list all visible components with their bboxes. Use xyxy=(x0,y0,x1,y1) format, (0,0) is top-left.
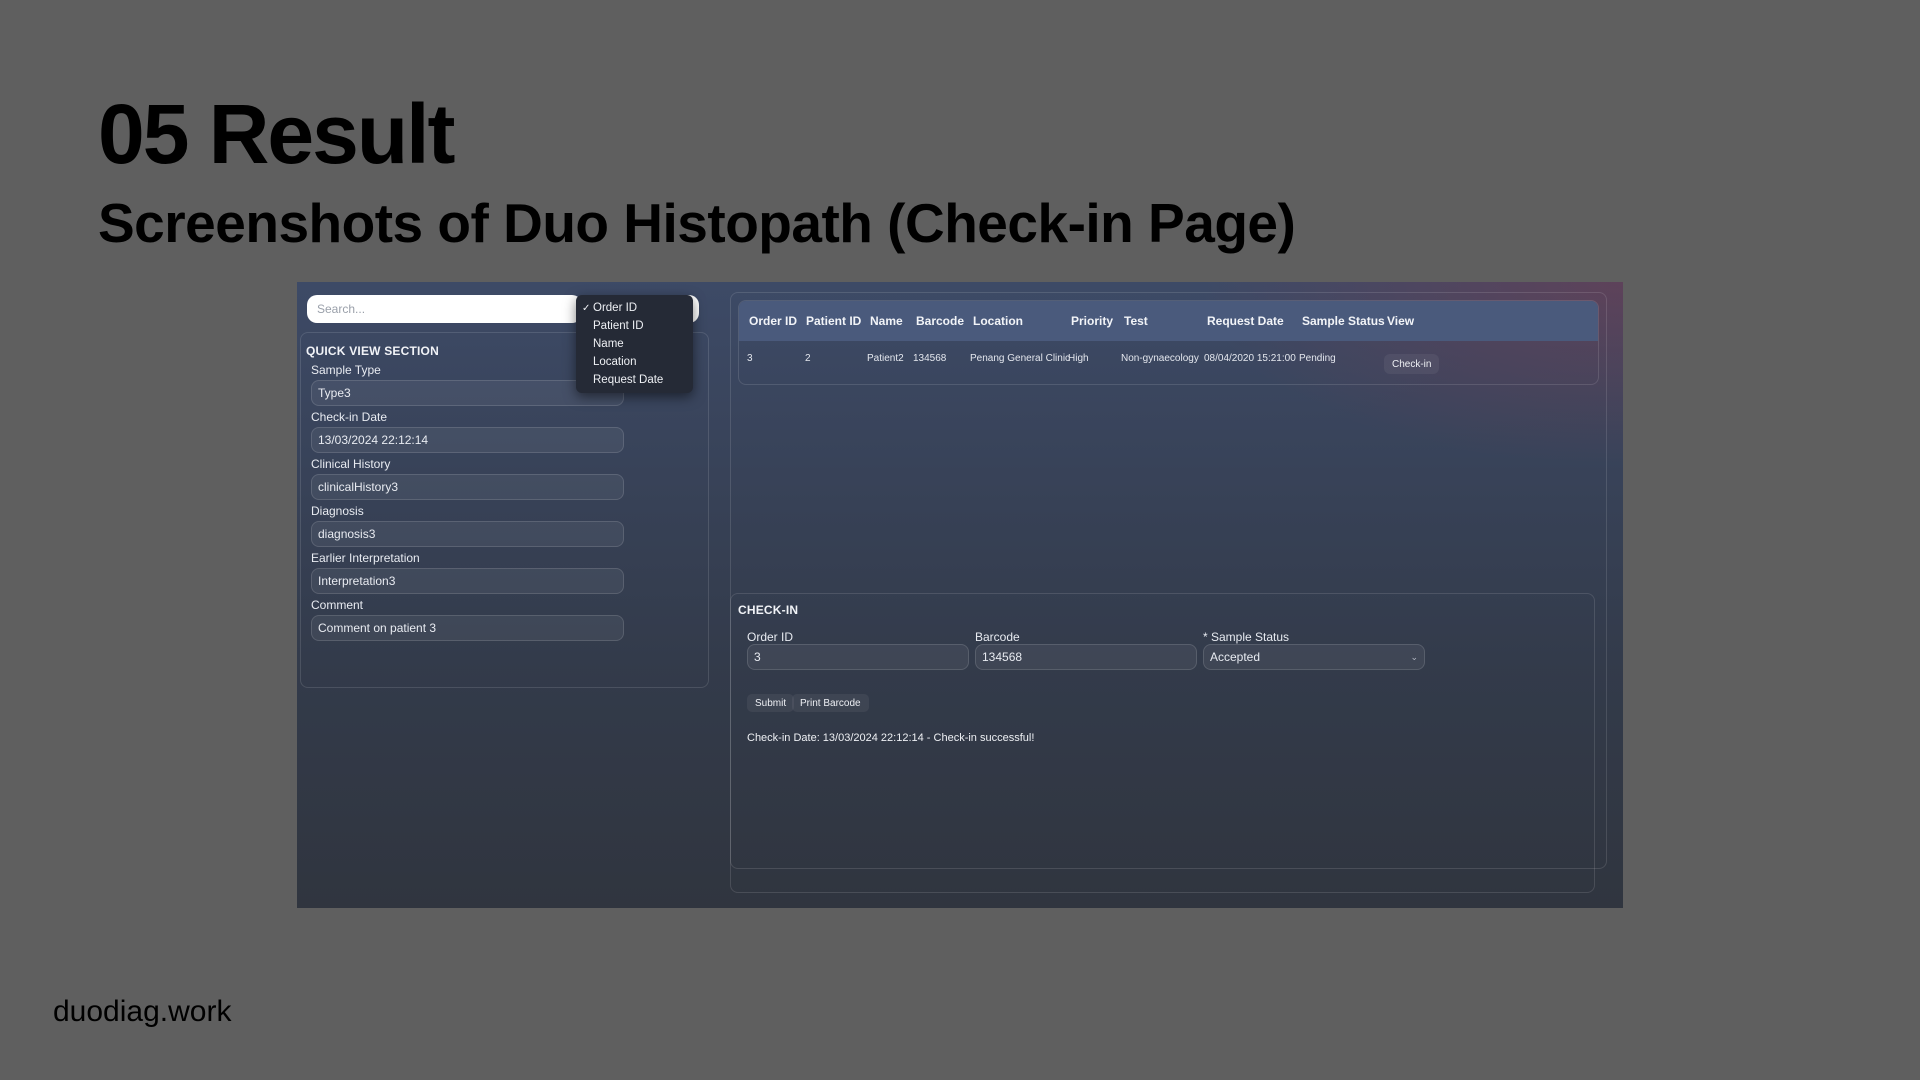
cell-name: Patient2 xyxy=(867,353,904,364)
checkin-date-field[interactable]: 13/03/2024 22:12:14 xyxy=(311,427,624,453)
cell-request-date: 08/04/2020 15:21:00 xyxy=(1204,353,1296,364)
column-header-test[interactable]: Test xyxy=(1124,314,1148,328)
sample-type-label: Sample Type xyxy=(311,363,381,377)
column-header-request-date[interactable]: Request Date xyxy=(1207,314,1284,328)
comment-label: Comment xyxy=(311,598,364,612)
search-input[interactable] xyxy=(307,295,582,323)
column-header-name[interactable]: Name xyxy=(870,314,903,328)
clinical-history-value: clinicalHistory3 xyxy=(318,480,399,494)
barcode-label: Barcode xyxy=(975,630,1020,644)
diagnosis-value: diagnosis3 xyxy=(318,527,376,541)
print-barcode-button[interactable]: Print Barcode xyxy=(792,694,869,712)
dropdown-option-request-date[interactable]: Request Date xyxy=(576,371,693,389)
checkin-title: CHECK-IN xyxy=(738,603,799,617)
footer-url: duodiag.work xyxy=(53,995,232,1028)
cell-order-id: 3 xyxy=(747,353,753,364)
diagnosis-label: Diagnosis xyxy=(311,504,364,518)
barcode-value: 134568 xyxy=(982,650,1023,664)
dropdown-option-order-id[interactable]: ✓ Order ID xyxy=(576,299,693,317)
column-header-order-id[interactable]: Order ID xyxy=(749,314,797,328)
checkin-section: CHECK-IN Order ID 3 Barcode 134568 * Sam… xyxy=(730,593,1595,893)
dropdown-option-label: Location xyxy=(593,356,637,368)
earlier-interpretation-field[interactable]: Interpretation3 xyxy=(311,568,624,594)
slide-title: 05 Result xyxy=(98,87,455,181)
earlier-interpretation-label: Earlier Interpretation xyxy=(311,551,420,565)
sample-status-label: * Sample Status xyxy=(1203,630,1290,644)
diagnosis-field[interactable]: diagnosis3 xyxy=(311,521,624,547)
clinical-history-label: Clinical History xyxy=(311,457,391,471)
barcode-field[interactable]: 134568 xyxy=(975,644,1197,670)
order-id-field[interactable]: 3 xyxy=(747,644,969,670)
sample-status-value: Accepted xyxy=(1210,650,1261,664)
checkin-status-message: Check-in Date: 13/03/2024 22:12:14 - Che… xyxy=(747,732,1035,744)
comment-value: Comment on patient 3 xyxy=(318,621,437,635)
chevron-down-icon: ⌄ xyxy=(1410,651,1418,662)
checkmark-icon: ✓ xyxy=(582,302,591,314)
order-id-value: 3 xyxy=(754,650,761,664)
column-header-patient-id[interactable]: Patient ID xyxy=(806,314,861,328)
slide-subtitle: Screenshots of Duo Histopath (Check-in P… xyxy=(98,192,1296,254)
column-header-sample-status[interactable]: Sample Status xyxy=(1302,314,1385,328)
checkin-date-label: Check-in Date xyxy=(311,410,388,424)
checkin-date-value: 13/03/2024 22:12:14 xyxy=(318,433,429,447)
cell-priority: High xyxy=(1068,353,1089,364)
dropdown-option-label: Patient ID xyxy=(593,320,644,332)
column-header-view[interactable]: View xyxy=(1387,314,1414,328)
sample-status-select[interactable]: Accepted ⌄ xyxy=(1203,644,1425,670)
dropdown-option-location[interactable]: Location xyxy=(576,353,693,371)
dropdown-option-label: Request Date xyxy=(593,374,664,386)
orders-table: Order ID Patient ID Name Barcode Locatio… xyxy=(738,300,1599,385)
column-header-barcode[interactable]: Barcode xyxy=(916,314,964,328)
submit-button[interactable]: Submit xyxy=(747,694,795,712)
cell-test: Non-gynaecology xyxy=(1121,353,1199,364)
checkin-row-button[interactable]: Check-in xyxy=(1384,354,1440,374)
app-screenshot: ✓ Order ID Patient ID Name Location Requ… xyxy=(297,282,1623,908)
cell-sample-status: Pending xyxy=(1299,353,1336,364)
clinical-history-field[interactable]: clinicalHistory3 xyxy=(311,474,624,500)
quick-view-title: QUICK VIEW SECTION xyxy=(306,344,439,358)
search-field-dropdown: ✓ Order ID Patient ID Name Location Requ… xyxy=(576,295,693,393)
cell-location: Penang General Clinic xyxy=(970,353,1071,364)
dropdown-option-label: Name xyxy=(593,338,624,350)
dropdown-option-name[interactable]: Name xyxy=(576,335,693,353)
dropdown-option-label: Order ID xyxy=(593,302,638,314)
sample-type-value: Type3 xyxy=(318,386,351,400)
table-header: Order ID Patient ID Name Barcode Locatio… xyxy=(739,301,1598,341)
cell-patient-id: 2 xyxy=(805,353,811,364)
cell-barcode: 134568 xyxy=(913,353,947,364)
order-id-label: Order ID xyxy=(747,630,794,644)
comment-field[interactable]: Comment on patient 3 xyxy=(311,615,624,641)
column-header-priority[interactable]: Priority xyxy=(1071,314,1113,328)
earlier-interpretation-value: Interpretation3 xyxy=(318,574,396,588)
column-header-location[interactable]: Location xyxy=(973,314,1023,328)
dropdown-option-patient-id[interactable]: Patient ID xyxy=(576,317,693,335)
